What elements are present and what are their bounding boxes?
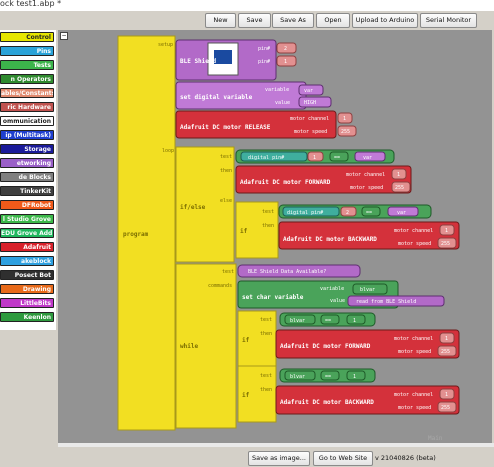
variable-label: variable <box>320 286 344 292</box>
while-motor-backward-block[interactable]: Adafruit DC motor BACKWARD motor channel… <box>275 385 460 415</box>
motor-backward-label: Adafruit DC motor BACKWARD <box>283 236 377 243</box>
motor-speed-value[interactable]: 255 <box>441 405 450 411</box>
while-if-2-block[interactable]: if test then <box>237 365 277 423</box>
workspace-watermark: Main <box>428 435 443 442</box>
value-value[interactable]: HIGH <box>304 100 316 106</box>
while-motor-forward-block[interactable]: Adafruit DC motor FORWARD motor channel … <box>275 329 460 359</box>
while-if-2-condition[interactable]: blvar == 1 <box>279 368 376 383</box>
while-if-1-then-label: then <box>260 331 272 337</box>
program-blocks[interactable]: program setup loop BLE Shield pin# pin# … <box>0 0 494 467</box>
if-else-block[interactable]: if/else test then else <box>175 146 235 263</box>
motor-channel-value[interactable]: 1 <box>445 228 448 234</box>
motor-channel-value[interactable]: 1 <box>445 392 448 398</box>
variable-label: variable <box>265 87 289 93</box>
save-as-image-button[interactable]: Save as image... <box>248 451 310 466</box>
condition-variable[interactable]: var <box>363 155 372 161</box>
inner-if-label: if <box>240 228 248 235</box>
while-if-1-label: if <box>242 337 250 344</box>
motor-channel-label: motor channel <box>394 228 433 234</box>
motor-channel-label: motor channel <box>394 336 433 342</box>
motor-channel-label: motor channel <box>290 116 329 122</box>
motor-forward-block[interactable]: Adafruit DC motor FORWARD motor channel … <box>235 165 412 194</box>
setup-label: setup <box>158 42 173 48</box>
while-commands-label: commands <box>208 283 232 289</box>
motor-speed-label: motor speed <box>350 185 383 191</box>
condition-value[interactable]: 1 <box>353 374 356 380</box>
ble-shield-label: BLE Shield <box>180 58 217 65</box>
while-block[interactable]: while test commands <box>175 263 237 429</box>
digital-pin-value[interactable]: 2 <box>346 210 349 216</box>
motor-speed-value[interactable]: 255 <box>441 241 450 247</box>
condition-variable[interactable]: blvar <box>290 318 305 324</box>
ble-data-available-condition[interactable]: BLE Shield Data Available? <box>237 264 361 278</box>
motor-forward-label: Adafruit DC motor FORWARD <box>240 179 331 186</box>
if-else-then-label: then <box>220 168 232 174</box>
variable-value[interactable]: var <box>304 88 313 94</box>
bottom-bar: Save as image... Go to Web Site v 210408… <box>0 447 494 467</box>
motor-backward-block[interactable]: Adafruit DC motor BACKWARD motor channel… <box>278 221 460 250</box>
digital-pin-label: digital pin# <box>248 155 284 161</box>
motor-speed-label: motor speed <box>398 241 431 247</box>
while-if-1-test-label: test <box>260 317 272 323</box>
if-else-test-label: test <box>220 154 232 160</box>
ble-data-available-label: BLE Shield Data Available? <box>248 269 326 275</box>
ble-shield-image <box>214 50 232 64</box>
motor-channel-value[interactable]: 1 <box>445 336 448 342</box>
char-variable-value[interactable]: blvar <box>360 287 375 293</box>
pin-a-value[interactable]: 2 <box>284 46 287 52</box>
motor-speed-value[interactable]: 255 <box>341 129 350 135</box>
digital-pin-label: digital pin# <box>287 210 323 216</box>
motor-channel-label: motor channel <box>394 392 433 398</box>
motor-release-label: Adafruit DC motor RELEASE <box>180 124 271 131</box>
loop-label: loop <box>162 148 174 154</box>
digital-pin-value[interactable]: 1 <box>313 155 316 161</box>
inner-if-then-label: then <box>262 223 274 229</box>
comparison-operator[interactable]: == <box>325 374 331 380</box>
motor-speed-label: motor speed <box>398 405 431 411</box>
condition-variable[interactable]: var <box>397 210 406 216</box>
go-to-web-site-button[interactable]: Go to Web Site <box>313 451 373 466</box>
motor-channel-value[interactable]: 1 <box>343 116 346 122</box>
while-if-2-then-label: then <box>260 387 272 393</box>
inner-if-block[interactable]: if test then <box>235 201 279 259</box>
motor-forward-label: Adafruit DC motor FORWARD <box>280 343 371 350</box>
while-if-1-block[interactable]: if test then <box>237 310 277 367</box>
condition-value[interactable]: 1 <box>353 318 356 324</box>
if-else-condition[interactable]: digital pin# 1 == var <box>235 149 395 164</box>
set-digital-variable-block[interactable]: set digital variable variable var value … <box>175 81 332 110</box>
inner-if-test-label: test <box>262 209 274 215</box>
condition-variable[interactable]: blvar <box>290 374 305 380</box>
while-if-2-label: if <box>242 392 250 399</box>
while-if-1-condition[interactable]: blvar == 1 <box>279 312 376 327</box>
set-digital-label: set digital variable <box>180 94 253 101</box>
motor-channel-label: motor channel <box>346 172 385 178</box>
program-label: program <box>123 231 149 238</box>
value-label: value <box>330 298 345 304</box>
motor-speed-value[interactable]: 255 <box>441 349 450 355</box>
if-else-else-label: else <box>220 198 232 204</box>
pin-b-label: pin# <box>258 59 270 65</box>
pin-b-value[interactable]: 1 <box>284 59 287 65</box>
motor-release-block[interactable]: Adafruit DC motor RELEASE motor channel … <box>175 110 357 139</box>
set-char-label: set char variable <box>242 294 304 301</box>
value-label: value <box>275 100 290 106</box>
read-ble-value[interactable]: read from BLE Shield <box>356 299 416 305</box>
set-char-variable-block[interactable]: set char variable variable blvar value r… <box>237 280 445 309</box>
comparison-operator[interactable]: == <box>325 318 331 324</box>
comparison-operator[interactable]: == <box>334 155 340 161</box>
while-test-label: test <box>222 269 234 275</box>
while-if-2-test-label: test <box>260 373 272 379</box>
motor-speed-label: motor speed <box>294 129 327 135</box>
if-else-label: if/else <box>180 204 206 211</box>
motor-channel-value[interactable]: 1 <box>397 172 400 178</box>
pin-a-label: pin# <box>258 46 270 52</box>
inner-if-condition[interactable]: digital pin# 2 == var <box>278 204 432 219</box>
motor-speed-value[interactable]: 255 <box>395 185 404 191</box>
motor-backward-label: Adafruit DC motor BACKWARD <box>280 399 374 406</box>
while-label: while <box>180 343 198 350</box>
ble-shield-block[interactable]: BLE Shield pin# pin# 2 1 <box>175 39 297 81</box>
version-label: v 21040826 (beta) <box>375 454 436 462</box>
motor-speed-label: motor speed <box>398 349 431 355</box>
comparison-operator[interactable]: == <box>366 210 372 216</box>
